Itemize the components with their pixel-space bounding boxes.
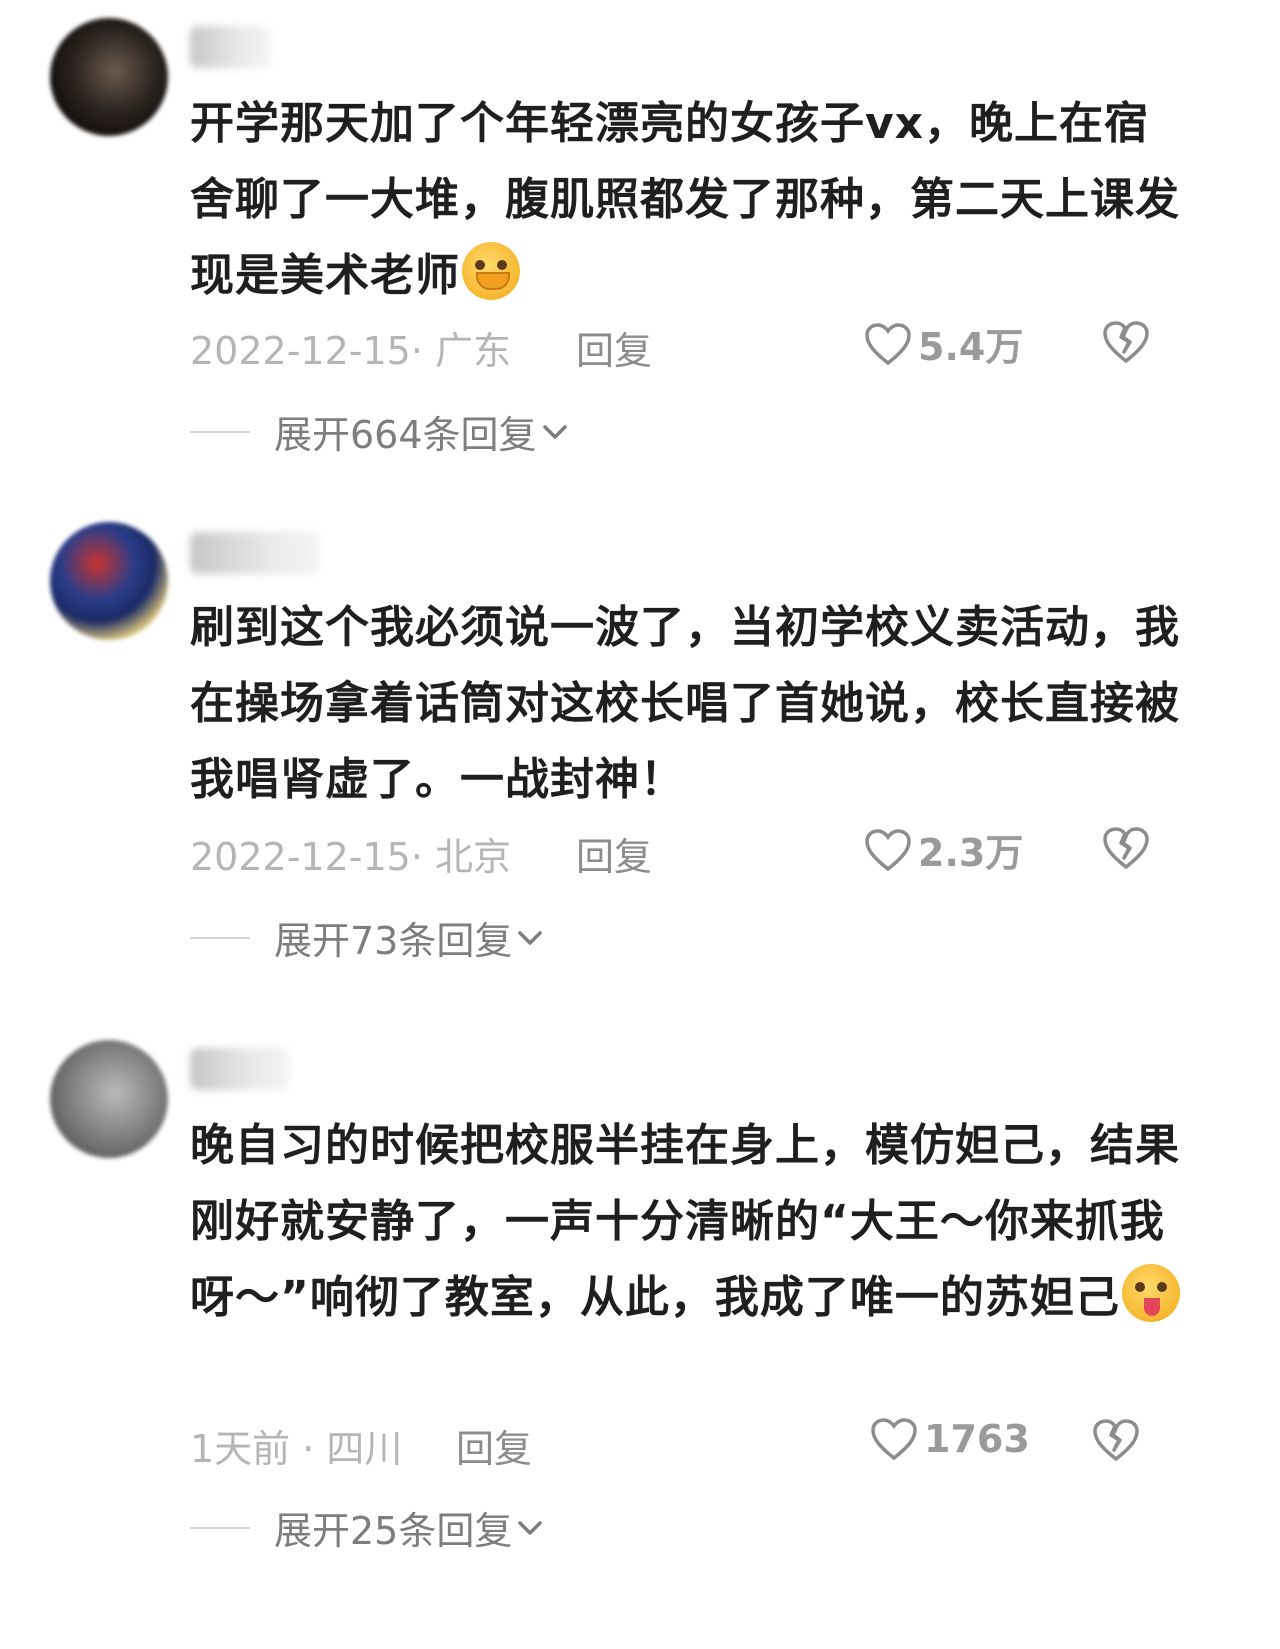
chevron-down-icon [518, 930, 543, 945]
username-blurred[interactable] [190, 532, 320, 574]
comment-text: 刷到这个我必须说一波了，当初学校义卖活动，我在操场拿着话筒对这校长唱了首她说，校… [190, 590, 1190, 818]
reply-button[interactable]: 回复 [576, 826, 652, 881]
like-count: 1763 [924, 1416, 1030, 1461]
comment-text-content: 刷到这个我必须说一波了，当初学校义卖活动，我在操场拿着话筒对这校长唱了首她说，校… [190, 602, 1180, 805]
avatar[interactable] [50, 1040, 168, 1158]
like-button[interactable]: 1763 [870, 1414, 1030, 1461]
dislike-button[interactable] [1102, 320, 1150, 364]
comment-date-location: 2022-12-15· 北京 [190, 835, 511, 879]
chevron-down-icon [518, 1520, 543, 1535]
like-button[interactable]: 5.4万 [864, 316, 1023, 371]
expand-replies-button[interactable]: 展开73条回复 [190, 910, 544, 965]
divider-line [190, 430, 250, 433]
dislike-button[interactable] [1092, 1418, 1140, 1462]
silly-face-emoji [1121, 1264, 1180, 1322]
like-count: 2.3万 [918, 831, 1024, 875]
divider-line [190, 1526, 250, 1529]
crying-face-emoji [462, 242, 520, 300]
avatar[interactable] [50, 522, 168, 640]
heart-outline-icon [865, 828, 911, 871]
broken-heart-icon [1093, 1419, 1139, 1461]
chevron-down-icon [542, 424, 567, 439]
like-button[interactable]: 2.3万 [864, 822, 1023, 877]
comment-text-content: 开学那天加了个年轻漂亮的女孩子vx，晚上在宿舍聊了一大堆，腹肌照都发了那种，第二… [190, 98, 1180, 301]
broken-heart-icon [1103, 827, 1149, 869]
like-count: 5.4万 [918, 325, 1024, 369]
avatar[interactable] [50, 18, 168, 136]
expand-replies-label: 展开25条回复 [274, 1509, 513, 1553]
broken-heart-icon [1103, 321, 1149, 363]
username-blurred[interactable] [190, 26, 270, 68]
comment-text: 开学那天加了个年轻漂亮的女孩子vx，晚上在宿舍聊了一大堆，腹肌照都发了那种，第二… [190, 86, 1190, 314]
expand-replies-button[interactable]: 展开25条回复 [190, 1500, 544, 1555]
heart-outline-icon [865, 322, 911, 365]
reply-button[interactable]: 回复 [456, 1418, 532, 1473]
username-blurred[interactable] [190, 1048, 290, 1090]
comment-date-location: 2022-12-15· 广东 [190, 329, 511, 373]
dislike-button[interactable] [1102, 826, 1150, 870]
comment-date-location: 1天前 · 四川 [190, 1427, 403, 1471]
comment-text: 晚自习的时候把校服半挂在身上，模仿妲己，结果刚好就安静了，一声十分清晰的“大王～… [190, 1108, 1190, 1336]
reply-button[interactable]: 回复 [576, 320, 652, 375]
expand-replies-button[interactable]: 展开664条回复 [190, 404, 569, 459]
heart-outline-icon [871, 1417, 917, 1460]
comment-text-content: 晚自习的时候把校服半挂在身上，模仿妲己，结果刚好就安静了，一声十分清晰的“大王～… [190, 1120, 1180, 1323]
expand-replies-label: 展开664条回复 [274, 413, 537, 457]
expand-replies-label: 展开73条回复 [274, 919, 513, 963]
divider-line [190, 936, 250, 939]
